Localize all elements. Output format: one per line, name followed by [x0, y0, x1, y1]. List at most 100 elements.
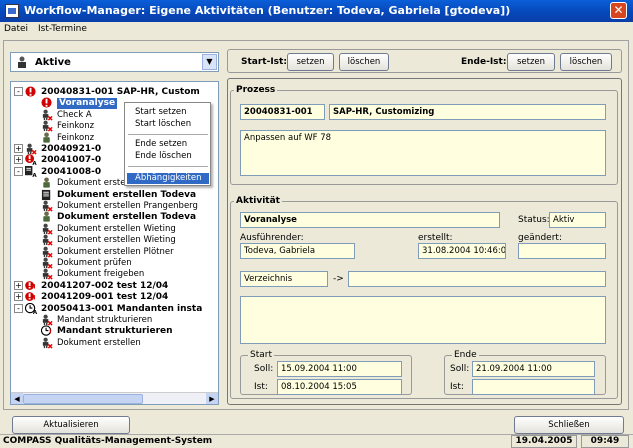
person-red-x-icon: [42, 223, 53, 235]
menu-datei[interactable]: Datei: [4, 24, 28, 34]
red-exclamation-a-icon: A: [25, 154, 37, 166]
scroll-left-icon[interactable]: ◀: [11, 393, 23, 404]
start-soll-field: 15.09.2004 11:00: [277, 361, 402, 377]
prozess-name-field: SAP-HR, Customizing: [329, 104, 606, 120]
tree-process-item[interactable]: 20041209-001 test 12/04: [41, 292, 168, 303]
tree-activity-item[interactable]: Feinkonz: [57, 121, 94, 132]
scroll-right-icon[interactable]: ▶: [206, 393, 218, 404]
red-exclamation-i-icon: i: [25, 280, 36, 290]
svg-text:i: i: [33, 282, 35, 290]
tree-activity-item[interactable]: Mandant strukturieren: [57, 315, 152, 326]
context-menu: Start setzen Start löschen Ende setzen E…: [124, 102, 211, 186]
title-bar: Workflow-Manager: Eigene Aktivitäten (Be…: [0, 0, 633, 22]
prozess-description-field: Anpassen auf WF 78: [240, 130, 606, 176]
status-app-name: COMPASS Qualitäts-Management-System: [3, 436, 213, 446]
person-red-x-icon: [42, 109, 53, 121]
tree-activity-item[interactable]: Dokument erstellen: [57, 338, 141, 349]
ende-group-label: Ende: [452, 350, 479, 360]
svg-text:i: i: [49, 328, 51, 336]
expand-icon[interactable]: +: [14, 144, 23, 153]
clock-a-icon: A: [25, 302, 37, 315]
tree-process-item[interactable]: 20041207-002 test 12/04: [41, 281, 168, 292]
person-red-x-icon: [42, 200, 53, 212]
aktualisieren-button[interactable]: Aktualisieren: [12, 416, 130, 434]
tree-process-item[interactable]: 20041008-0: [41, 167, 101, 178]
ende-ist-field: [472, 379, 595, 395]
collapse-icon[interactable]: -: [14, 87, 23, 96]
erstellt-label: erstellt:: [418, 233, 453, 243]
status-date: 19.04.2005: [511, 435, 577, 448]
collapse-icon[interactable]: -: [14, 303, 23, 313]
expand-icon[interactable]: +: [14, 155, 23, 165]
start-loeschen-button[interactable]: löschen: [339, 53, 389, 71]
aktivitaet-notes-field: [240, 296, 606, 344]
schliessen-button[interactable]: Schließen: [514, 416, 624, 434]
menu-item-ende-setzen[interactable]: Ende setzen: [135, 139, 187, 149]
start-soll-label: Soll:: [254, 364, 274, 374]
collapse-icon[interactable]: -: [14, 166, 23, 176]
window-title: Workflow-Manager: Eigene Aktivitäten (Be…: [24, 4, 511, 17]
start-setzen-button[interactable]: setzen: [287, 53, 334, 71]
red-exclamation-icon: [41, 97, 52, 109]
tree-activity-item[interactable]: Dokument erstellen Prangenberg: [57, 201, 198, 212]
start-group-label: Start: [248, 350, 274, 360]
tree-activity-item[interactable]: Dokument erstellen Todeva: [57, 212, 196, 223]
ende-setzen-button[interactable]: setzen: [507, 53, 555, 71]
filter-select-value: Aktive: [35, 57, 71, 68]
expand-icon[interactable]: +: [14, 280, 23, 290]
tree-activity-item[interactable]: Dokument erstellen Todeva: [57, 190, 196, 201]
tree-activity-item[interactable]: Voranalyse: [57, 98, 118, 110]
aktivitaet-name-field: Voranalyse: [240, 212, 500, 228]
svg-text:i: i: [33, 293, 35, 301]
red-exclamation-i-icon: i: [25, 292, 36, 301]
expand-icon[interactable]: +: [14, 292, 23, 302]
person-red-x-icon: [42, 314, 53, 326]
scroll-thumb[interactable]: [23, 394, 143, 404]
tree-activity-item[interactable]: Mandant strukturieren: [57, 326, 173, 337]
tree-process-item[interactable]: 20040921-0: [41, 144, 101, 155]
status-label: Status:: [518, 215, 550, 225]
close-window-button[interactable]: ✕: [610, 2, 627, 19]
person-red-x-icon: [42, 234, 53, 246]
person-red-x-icon: [26, 143, 37, 155]
geaendert-label: geändert:: [518, 233, 562, 243]
person-red-x-icon: [42, 120, 53, 132]
ende-ist-date-label: Ist:: [450, 382, 464, 392]
tree-activity-item[interactable]: Feinkonz: [57, 133, 94, 144]
menu-item-ende-loeschen[interactable]: Ende löschen: [135, 151, 192, 161]
menu-item-start-setzen[interactable]: Start setzen: [135, 107, 187, 117]
ende-soll-field: 21.09.2004 11:00: [472, 361, 595, 377]
tree-activity-item[interactable]: Dokument prüfen: [57, 258, 132, 269]
tree-activity-item[interactable]: Dokument erstellen Plötner: [57, 247, 174, 258]
tree-activity-item[interactable]: Dokument erstellen Wieting: [57, 224, 176, 235]
menu-item-start-loeschen[interactable]: Start löschen: [135, 119, 191, 129]
ausfuehrender-label: Ausführender:: [240, 233, 304, 243]
tree-activity-item[interactable]: Check A: [57, 110, 92, 121]
document-a-icon: A: [25, 165, 37, 178]
menu-separator: [128, 134, 208, 135]
menu-ist-termine[interactable]: Ist-Termine: [38, 24, 87, 34]
tree-activity-item[interactable]: Dokument erstellen Wieting: [57, 235, 176, 246]
verzeichnis-path-field[interactable]: [348, 271, 606, 287]
start-ist-date-label: Ist:: [254, 382, 268, 392]
tree-process-item[interactable]: 20050413-001 Mandanten insta: [41, 304, 202, 315]
ende-loeschen-button[interactable]: löschen: [560, 53, 612, 71]
red-exclamation-icon: [25, 86, 36, 97]
status-bar: COMPASS Qualitäts-Management-System 19.0…: [0, 434, 633, 448]
document-icon: [41, 189, 51, 200]
filter-select[interactable]: Aktive ▼: [10, 52, 219, 72]
start-ist-field: 08.10.2004 15:05: [277, 379, 402, 395]
geaendert-field: [518, 243, 606, 259]
menu-bar: Datei Ist-Termine: [0, 22, 633, 36]
verzeichnis-field[interactable]: Verzeichnis: [240, 271, 328, 287]
horizontal-scrollbar[interactable]: ◀ ▶: [11, 392, 218, 404]
tree-activity-item[interactable]: Dokument freigeben: [57, 269, 144, 280]
person-group-icon: [43, 177, 50, 188]
svg-text:A: A: [32, 173, 37, 178]
tree-process-item[interactable]: 20040831-001 SAP-HR, Custom: [41, 87, 200, 98]
tree-process-item[interactable]: 20041007-0: [41, 155, 101, 166]
menu-separator: [128, 166, 208, 167]
menu-item-abhaengigkeiten[interactable]: Abhängigkeiten: [127, 173, 209, 184]
chevron-down-icon[interactable]: ▼: [202, 54, 217, 70]
person-red-x-icon: [42, 257, 53, 269]
